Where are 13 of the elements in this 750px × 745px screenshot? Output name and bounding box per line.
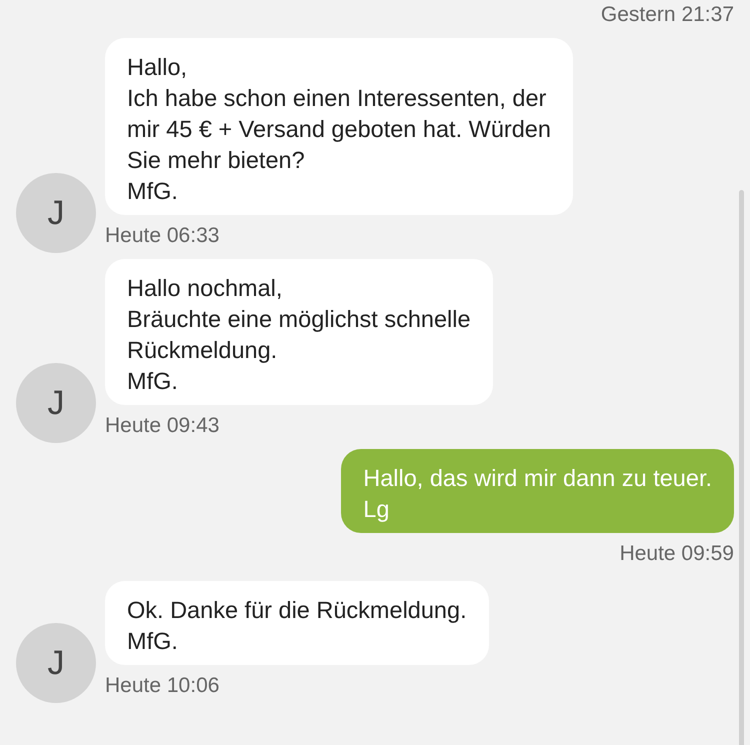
avatar: J <box>16 623 96 703</box>
message-bubble: Hallo, das wird mir dann zu teuer. Lg <box>341 449 734 533</box>
message-time: Heute 06:33 <box>105 223 220 249</box>
avatar: J <box>16 363 96 443</box>
message-time: Heute 09:59 <box>620 541 734 567</box>
message-bubble: Hallo, Ich habe schon einen Interessenten, der mir 45 € + Versand geboten hat. Würden Sie mehr bieten? MfG. <box>105 38 573 215</box>
message-time: Gestern 21:37 <box>600 2 734 28</box>
message-bubble: Hallo nochmal, Bräuchte eine möglichst schnelle Rückmeldung. MfG. <box>105 259 493 405</box>
message-bubble: Ok. Danke für die Rückmeldung. MfG. <box>105 581 489 665</box>
message-time: Heute 09:43 <box>105 413 220 439</box>
avatar: J <box>16 173 96 253</box>
message-time: Heute 10:06 <box>105 673 220 699</box>
scrollbar[interactable] <box>739 190 744 745</box>
